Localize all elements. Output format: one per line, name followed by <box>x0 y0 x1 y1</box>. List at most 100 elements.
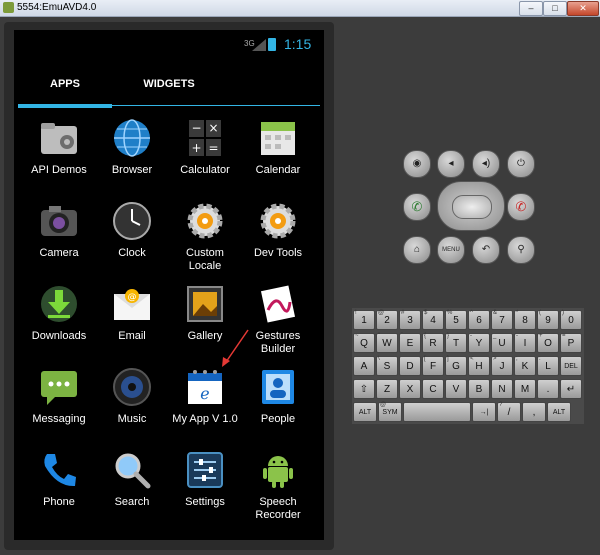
app-gestures-builder[interactable]: Gestures Builder <box>242 284 314 364</box>
key-d[interactable]: D <box>399 356 421 376</box>
key-alt-label: : <box>539 356 541 362</box>
app-phone[interactable]: Phone <box>23 450 95 530</box>
camera-button[interactable]: ◉ <box>403 150 431 178</box>
key-alt-label: ! <box>355 310 357 316</box>
window-title-bar[interactable]: 5554:EmuAVD4.0 – □ ✕ <box>0 0 600 17</box>
key-sym[interactable]: SYM @ <box>378 402 402 422</box>
key-label: U <box>498 338 506 349</box>
minimize-button[interactable]: – <box>519 1 543 16</box>
key-q[interactable]: Q ~ <box>353 333 375 353</box>
key-u[interactable]: U _ <box>491 333 513 353</box>
app-dev-tools[interactable]: Dev Tools <box>242 201 314 281</box>
key-3[interactable]: 3 # <box>399 310 421 330</box>
maximize-button[interactable]: □ <box>543 1 567 16</box>
key-symbol[interactable]: →| <box>472 402 496 422</box>
app-api-demos[interactable]: API Demos <box>23 118 95 198</box>
key-c[interactable]: C <box>422 379 444 399</box>
app-browser[interactable]: Browser <box>96 118 168 198</box>
volume-up-button[interactable]: ◂) <box>472 150 500 178</box>
key-2[interactable]: 2 @ <box>376 310 398 330</box>
key-label: C <box>429 384 437 395</box>
app-camera[interactable]: Camera <box>23 201 95 281</box>
key-o[interactable]: O + <box>537 333 559 353</box>
back-button[interactable]: ↶ <box>472 236 500 264</box>
close-button[interactable]: ✕ <box>567 1 599 16</box>
key-symbol[interactable]: ↵ <box>560 379 582 399</box>
key-label: X <box>406 384 414 395</box>
key-alt[interactable]: ALT <box>547 402 571 422</box>
app-messaging[interactable]: Messaging <box>23 367 95 447</box>
key-symbol[interactable]: , <box>522 402 546 422</box>
call-button[interactable]: ✆ <box>403 193 431 221</box>
key-v[interactable]: V <box>445 379 467 399</box>
key-symbol[interactable]: ⇧ <box>353 379 375 399</box>
app-my-app[interactable]: ℯ My App V 1.0 <box>169 367 241 447</box>
app-search[interactable]: Search <box>96 450 168 530</box>
key-i[interactable]: I- <box>514 333 536 353</box>
annotation-arrow <box>222 329 249 367</box>
key-label: ALT <box>358 409 372 416</box>
app-speech-recorder[interactable]: Speech Recorder <box>242 450 314 530</box>
app-downloads[interactable]: Downloads <box>23 284 95 364</box>
key-space[interactable] <box>403 402 471 422</box>
key-y[interactable]: Y- <box>468 333 490 353</box>
key-6[interactable]: 6 ^ <box>468 310 490 330</box>
key-k[interactable]: K; <box>514 356 536 376</box>
key-l[interactable]: L: <box>537 356 559 376</box>
tab-widgets[interactable]: WIDGETS <box>114 74 224 104</box>
dpad[interactable] <box>437 181 505 231</box>
key-label: SYM <box>382 409 398 416</box>
key-del[interactable]: DEL <box>560 356 582 376</box>
app-settings[interactable]: Settings <box>169 450 241 530</box>
key-symbol[interactable]: /? <box>497 402 521 422</box>
key-a[interactable]: A <box>353 356 375 376</box>
chat-bubble-icon <box>41 371 77 405</box>
key-label: 1 <box>361 315 367 326</box>
app-email[interactable]: @ Email <box>96 284 168 364</box>
key-x[interactable]: X <box>399 379 421 399</box>
key-5[interactable]: 5% <box>445 310 467 330</box>
key-b[interactable]: B <box>468 379 490 399</box>
volume-down-button[interactable]: ◂ <box>437 150 465 178</box>
key-4[interactable]: 4 $ <box>422 310 444 330</box>
key-label: 7 <box>499 315 505 326</box>
home-button[interactable]: ⌂ <box>403 236 431 264</box>
app-music[interactable]: Music <box>96 367 168 447</box>
key-alt[interactable]: ALT <box>353 402 377 422</box>
key-g[interactable]: G] <box>445 356 467 376</box>
key-m[interactable]: M <box>514 379 536 399</box>
end-call-button[interactable]: ✆ <box>507 193 535 221</box>
key-e[interactable]: E ` <box>399 333 421 353</box>
app-custom-locale[interactable]: Custom Locale <box>169 201 241 281</box>
dpad-center-button[interactable] <box>452 195 492 219</box>
key-label: W <box>382 338 392 349</box>
app-clock[interactable]: Clock <box>96 201 168 281</box>
key-h[interactable]: H < <box>468 356 490 376</box>
calendar-icon <box>261 122 295 155</box>
search-button[interactable]: ⚲ <box>507 236 535 264</box>
device-screen[interactable]: 3G 1:15 APPS WIDGETS API Demos Browser −… <box>14 30 324 540</box>
power-button[interactable]: ⏻ <box>507 150 535 178</box>
app-calendar[interactable]: Calendar <box>242 118 314 198</box>
key-s[interactable]: S \ <box>376 356 398 376</box>
key-1[interactable]: 1! <box>353 310 375 330</box>
key-z[interactable]: Z <box>376 379 398 399</box>
key-f[interactable]: F[ <box>422 356 444 376</box>
key-9[interactable]: 9( <box>537 310 559 330</box>
key-label: A <box>360 361 368 372</box>
key-0[interactable]: 0) <box>560 310 582 330</box>
app-people[interactable]: People <box>242 367 314 447</box>
key-r[interactable]: R{ <box>422 333 444 353</box>
key-n[interactable]: N <box>491 379 513 399</box>
key-w[interactable]: W " <box>376 333 398 353</box>
key-7[interactable]: 7 & <box>491 310 513 330</box>
tab-apps[interactable]: APPS <box>18 74 112 108</box>
key-t[interactable]: T} <box>445 333 467 353</box>
key-8[interactable]: 8 * <box>514 310 536 330</box>
key-p[interactable]: P = <box>560 333 582 353</box>
app-calculator[interactable]: − × + = Calculator <box>169 118 241 198</box>
key-j[interactable]: J > <box>491 356 513 376</box>
key-symbol[interactable]: . <box>537 379 559 399</box>
menu-button[interactable]: MENU <box>437 236 465 264</box>
key-label: L <box>545 361 551 372</box>
